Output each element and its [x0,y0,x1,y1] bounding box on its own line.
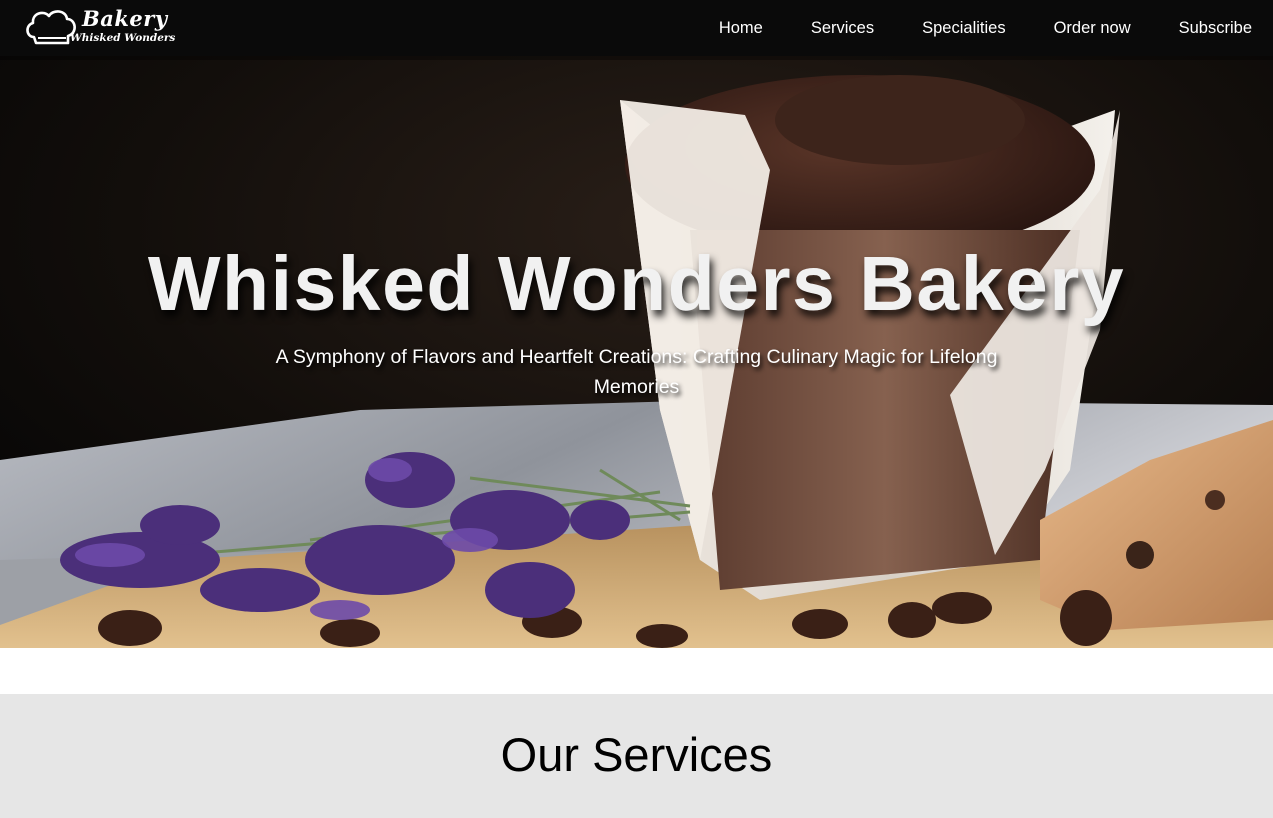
nav-link-specialities[interactable]: Specialities [922,19,1005,38]
main-nav: Home Services Specialities Order now Sub… [671,0,1252,56]
nav-link-services[interactable]: Services [811,19,874,38]
nav-link-subscribe[interactable]: Subscribe [1179,19,1252,38]
bakery-logo[interactable]: Bakery Whisked Wonders [24,6,175,48]
logo-title: Bakery [82,6,168,31]
top-navbar: Bakery Whisked Wonders Home Services Spe… [0,0,1273,56]
services-section: Our Services [0,694,1273,818]
logo-subtitle: Whisked Wonders [70,32,176,44]
services-heading: Our Services [500,728,773,781]
hero-section: Whisked Wonders Bakery A Symphony of Fla… [0,0,1273,648]
hero-subtitle: A Symphony of Flavors and Heartfelt Crea… [275,346,998,398]
nav-link-home[interactable]: Home [719,19,763,38]
nav-link-order-now[interactable]: Order now [1054,19,1131,38]
hero-title: Whisked Wonders Bakery [147,241,1126,327]
